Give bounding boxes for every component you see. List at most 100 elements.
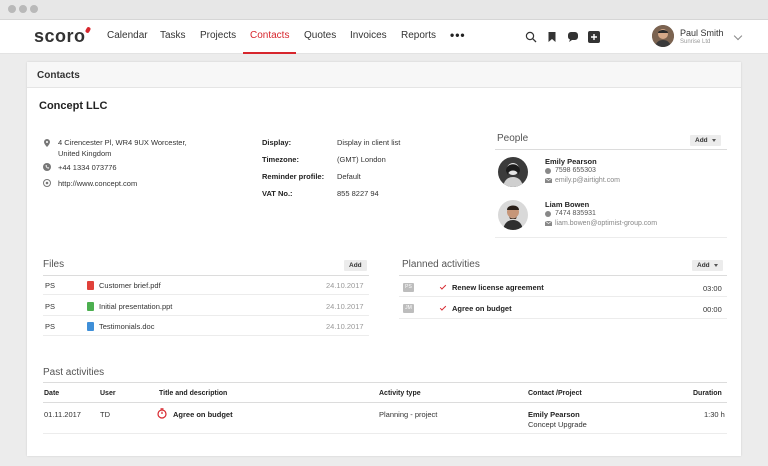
user-avatar[interactable] xyxy=(652,25,674,47)
person-avatar[interactable] xyxy=(498,200,528,230)
detail-value-reminder: Default xyxy=(337,172,361,181)
header-divider xyxy=(43,402,727,403)
detail-value-timezone: (GMT) London xyxy=(337,155,386,164)
caret-down-icon xyxy=(713,263,718,267)
people-divider xyxy=(495,149,727,150)
planned-activity-duration: 00:00 xyxy=(703,305,722,314)
planned-activity-duration: 03:00 xyxy=(703,284,722,293)
phone-icon xyxy=(545,211,551,217)
people-bottom-divider xyxy=(495,237,727,238)
window-zoom-dot[interactable] xyxy=(30,5,38,13)
app-logo[interactable]: scoro xyxy=(34,26,91,47)
past-activity-project[interactable]: Concept Upgrade xyxy=(528,420,587,429)
column-header-user[interactable]: User xyxy=(100,390,116,397)
file-date: 24.10.2017 xyxy=(326,281,364,290)
file-date: 24.10.2017 xyxy=(326,322,364,331)
column-header-title[interactable]: Title and description xyxy=(159,390,227,397)
nav-more-button[interactable]: ••• xyxy=(450,20,466,54)
files-section-title: Files xyxy=(43,259,65,270)
row-divider xyxy=(399,318,727,319)
detail-label-reminder: Reminder profile: xyxy=(262,172,325,181)
document-file-icon xyxy=(87,322,94,331)
logo-text: scoro xyxy=(34,26,86,46)
address-line-2: United Kingdom xyxy=(58,149,112,158)
stopwatch-icon xyxy=(157,408,167,419)
detail-value-vat: 855 8227 94 xyxy=(337,189,379,198)
past-activity-date: 01.11.2017 xyxy=(44,410,81,419)
file-name[interactable]: Initial presentation.ppt xyxy=(99,302,172,311)
detail-label-timezone: Timezone: xyxy=(262,155,299,164)
nav-calendar[interactable]: Calendar xyxy=(107,20,148,54)
past-activity-type: Planning - project xyxy=(379,410,438,419)
person-email[interactable]: emily.p@airtight.com xyxy=(555,177,620,184)
nav-reports[interactable]: Reports xyxy=(401,20,436,54)
file-owner: PS xyxy=(45,302,56,311)
check-icon[interactable] xyxy=(439,283,447,290)
column-header-contact[interactable]: Contact /Project xyxy=(528,390,582,397)
person-name[interactable]: Liam Bowen xyxy=(545,200,589,209)
detail-label-display: Display: xyxy=(262,138,292,147)
column-header-date[interactable]: Date xyxy=(44,390,59,397)
user-company: Sunrise Ltd xyxy=(680,39,711,45)
nav-tasks[interactable]: Tasks xyxy=(160,20,186,54)
search-icon[interactable] xyxy=(525,31,537,43)
row-divider xyxy=(43,433,727,434)
column-header-activity-type[interactable]: Activity type xyxy=(379,390,421,397)
person-phone[interactable]: 7598 655303 xyxy=(555,167,596,174)
past-activity-user: TD xyxy=(100,410,110,419)
window-minimize-dot[interactable] xyxy=(19,5,27,13)
person-avatar[interactable] xyxy=(498,157,528,187)
add-icon[interactable] xyxy=(588,31,600,43)
people-section-title: People xyxy=(497,133,529,144)
company-website-link[interactable]: http://www.concept.com xyxy=(58,179,137,188)
breadcrumb-contacts[interactable]: Contacts xyxy=(37,70,80,81)
file-name[interactable]: Testimonials.doc xyxy=(99,322,154,331)
nav-contacts[interactable]: Contacts xyxy=(243,20,297,54)
phone-icon xyxy=(545,168,551,174)
address-line-1: 4 Cirencester Pl, WR4 9UX Worcester, xyxy=(58,138,187,147)
browser-chrome xyxy=(0,0,768,20)
row-divider xyxy=(43,294,369,295)
planned-divider xyxy=(399,275,727,276)
chat-icon[interactable] xyxy=(567,31,579,43)
add-planned-activity-button[interactable]: Add xyxy=(692,260,723,271)
file-date: 24.10.2017 xyxy=(326,302,364,311)
file-owner: PS xyxy=(45,322,56,331)
nav-quotes[interactable]: Quotes xyxy=(304,20,336,54)
row-divider xyxy=(399,296,727,297)
nav-invoices[interactable]: Invoices xyxy=(350,20,387,54)
user-name[interactable]: Paul Smith xyxy=(680,28,724,38)
company-phone[interactable]: +44 1334 073776 xyxy=(58,163,117,172)
person-phone[interactable]: 7474 835931 xyxy=(555,210,596,217)
bookmark-icon[interactable] xyxy=(546,31,558,43)
chevron-down-icon[interactable] xyxy=(733,31,743,41)
past-divider xyxy=(43,382,727,383)
files-divider xyxy=(43,275,369,276)
nav-projects[interactable]: Projects xyxy=(200,20,236,54)
file-name[interactable]: Customer brief.pdf xyxy=(99,281,161,290)
top-navigation: scoro Calendar Tasks Projects Contacts Q… xyxy=(0,20,768,54)
mail-icon xyxy=(545,221,552,226)
planned-activity-title[interactable]: Renew license agreement xyxy=(452,283,544,292)
row-divider xyxy=(43,335,369,336)
column-header-duration[interactable]: Duration xyxy=(693,390,722,397)
person-name[interactable]: Emily Pearson xyxy=(545,157,597,166)
phone-icon xyxy=(43,163,51,171)
page-title: Concept LLC xyxy=(39,100,108,112)
past-activity-contact[interactable]: Emily Pearson xyxy=(528,410,580,419)
globe-icon xyxy=(43,179,51,187)
check-icon[interactable] xyxy=(439,304,447,311)
location-pin-icon xyxy=(44,139,50,147)
file-owner: PS xyxy=(45,281,56,290)
detail-value-display: Display in client list xyxy=(337,138,401,147)
planned-activities-title: Planned activities xyxy=(402,259,480,270)
window-close-dot[interactable] xyxy=(8,5,16,13)
add-file-button[interactable]: Add xyxy=(344,260,367,271)
planned-activity-title[interactable]: Agree on budget xyxy=(452,304,512,313)
person-email[interactable]: liam.bowen@optimist-group.com xyxy=(555,220,657,227)
row-divider xyxy=(43,315,369,316)
add-person-button[interactable]: Add xyxy=(690,135,721,146)
past-activity-title[interactable]: Agree on budget xyxy=(173,410,233,419)
user-initials-badge: PS xyxy=(403,283,414,292)
mail-icon xyxy=(545,178,552,183)
